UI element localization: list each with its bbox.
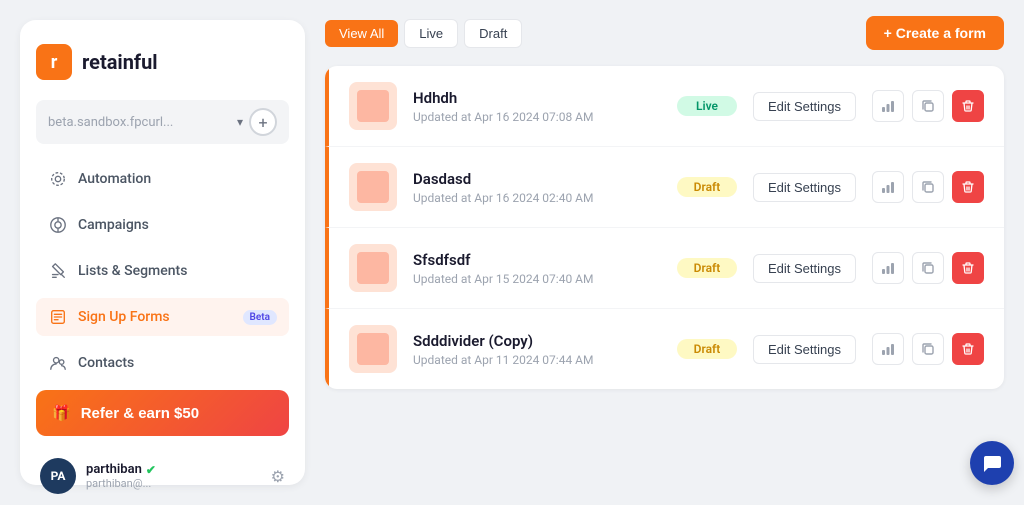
chat-support-button[interactable] — [970, 441, 1014, 485]
copy-icon-button[interactable] — [912, 252, 944, 284]
store-selector-text: beta.sandbox.fpcurl... — [48, 115, 237, 130]
sidebar-item-lists-segments-label: Lists & Segments — [78, 263, 187, 279]
form-thumbnail — [349, 82, 397, 130]
status-badge: Draft — [677, 339, 737, 359]
sidebar: r retainful beta.sandbox.fpcurl... ▾ + A… — [20, 20, 305, 485]
sidebar-item-lists-segments[interactable]: Lists & Segments — [36, 252, 289, 290]
campaigns-icon — [48, 215, 68, 235]
form-date: Updated at Apr 15 2024 07:40 AM — [413, 272, 661, 286]
copy-icon-button[interactable] — [912, 90, 944, 122]
refer-earn-label: Refer & earn $50 — [81, 405, 199, 422]
toolbar: View All Live Draft + Create a form — [325, 16, 1004, 50]
delete-icon-button[interactable] — [952, 333, 984, 365]
form-thumbnail — [349, 163, 397, 211]
form-list: Hdhdh Updated at Apr 16 2024 07:08 AM Li… — [325, 66, 1004, 389]
add-store-button[interactable]: + — [249, 108, 277, 136]
avatar: PA — [40, 458, 76, 494]
edit-settings-button[interactable]: Edit Settings — [753, 335, 856, 364]
delete-icon-button[interactable] — [952, 252, 984, 284]
form-name: Sfsdfsdf — [413, 251, 661, 269]
contacts-icon — [48, 353, 68, 373]
sidebar-item-campaigns-label: Campaigns — [78, 217, 149, 233]
settings-gear-icon[interactable]: ⚙ — [271, 467, 285, 486]
automation-icon — [48, 169, 68, 189]
table-row: Hdhdh Updated at Apr 16 2024 07:08 AM Li… — [325, 66, 1004, 147]
status-badge: Live — [677, 96, 737, 116]
sidebar-item-signup-forms[interactable]: Sign Up Forms Beta — [36, 298, 289, 336]
form-date: Updated at Apr 16 2024 02:40 AM — [413, 191, 661, 205]
filter-tab-view-all[interactable]: View All — [325, 20, 398, 47]
action-icons — [872, 333, 984, 365]
form-name: Dasdasd — [413, 170, 661, 188]
form-thumbnail — [349, 325, 397, 373]
sidebar-item-automation[interactable]: Automation — [36, 160, 289, 198]
verified-icon: ✔ — [146, 463, 156, 477]
analytics-icon-button[interactable] — [872, 90, 904, 122]
sidebar-item-campaigns[interactable]: Campaigns — [36, 206, 289, 244]
form-name: Sdddivider (Copy) — [413, 332, 661, 350]
form-date: Updated at Apr 11 2024 07:44 AM — [413, 353, 661, 367]
form-thumb-inner — [357, 90, 389, 122]
sidebar-item-contacts[interactable]: Contacts — [36, 344, 289, 382]
analytics-icon-button[interactable] — [872, 333, 904, 365]
refer-earn-button[interactable]: 🎁 Refer & earn $50 — [36, 390, 289, 436]
chevron-down-icon: ▾ — [237, 115, 243, 129]
create-form-button[interactable]: + Create a form — [866, 16, 1004, 50]
form-info: Sdddivider (Copy) Updated at Apr 11 2024… — [413, 332, 661, 367]
filter-tab-live[interactable]: Live — [404, 19, 458, 48]
status-badge: Draft — [677, 177, 737, 197]
form-info: Sfsdfsdf Updated at Apr 15 2024 07:40 AM — [413, 251, 661, 286]
delete-icon-button[interactable] — [952, 171, 984, 203]
action-icons — [872, 252, 984, 284]
form-thumbnail — [349, 244, 397, 292]
delete-icon-button[interactable] — [952, 90, 984, 122]
copy-icon-button[interactable] — [912, 171, 944, 203]
beta-badge: Beta — [243, 310, 277, 325]
analytics-icon-button[interactable] — [872, 171, 904, 203]
logo-area: r retainful — [36, 44, 289, 80]
table-row: Dasdasd Updated at Apr 16 2024 02:40 AM … — [325, 147, 1004, 228]
sidebar-item-signup-forms-label: Sign Up Forms — [78, 309, 170, 325]
copy-icon-button[interactable] — [912, 333, 944, 365]
lists-icon — [48, 261, 68, 281]
filter-tabs: View All Live Draft — [325, 19, 522, 48]
sidebar-item-contacts-label: Contacts — [78, 355, 134, 371]
form-date: Updated at Apr 16 2024 07:08 AM — [413, 110, 661, 124]
form-info: Hdhdh Updated at Apr 16 2024 07:08 AM — [413, 89, 661, 124]
filter-tab-draft[interactable]: Draft — [464, 19, 522, 48]
user-name: parthiban ✔ — [86, 462, 261, 477]
logo-icon: r — [36, 44, 72, 80]
table-row: Sfsdfsdf Updated at Apr 15 2024 07:40 AM… — [325, 228, 1004, 309]
edit-settings-button[interactable]: Edit Settings — [753, 92, 856, 121]
user-area: PA parthiban ✔ parthiban@... ⚙ — [36, 450, 289, 502]
signup-forms-icon — [48, 307, 68, 327]
logo-text: retainful — [82, 50, 158, 74]
table-row: Sdddivider (Copy) Updated at Apr 11 2024… — [325, 309, 1004, 389]
user-info: parthiban ✔ parthiban@... — [86, 462, 261, 490]
main-content: View All Live Draft + Create a form Hdhd… — [305, 0, 1024, 505]
sidebar-item-automation-label: Automation — [78, 171, 151, 187]
form-info: Dasdasd Updated at Apr 16 2024 02:40 AM — [413, 170, 661, 205]
store-selector[interactable]: beta.sandbox.fpcurl... ▾ + — [36, 100, 289, 144]
refer-icon: 🎁 — [52, 404, 71, 422]
action-icons — [872, 90, 984, 122]
edit-settings-button[interactable]: Edit Settings — [753, 254, 856, 283]
status-badge: Draft — [677, 258, 737, 278]
action-icons — [872, 171, 984, 203]
analytics-icon-button[interactable] — [872, 252, 904, 284]
edit-settings-button[interactable]: Edit Settings — [753, 173, 856, 202]
user-email: parthiban@... — [86, 477, 261, 490]
form-name: Hdhdh — [413, 89, 661, 107]
